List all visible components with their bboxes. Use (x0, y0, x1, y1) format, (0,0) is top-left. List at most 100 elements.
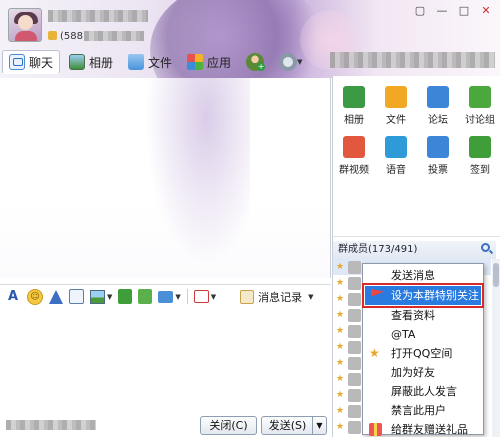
avatar (348, 356, 361, 370)
tab-bar: 聊天 相册 文件 应用 + ▼ (0, 48, 308, 76)
member-level-icon: ★ (336, 278, 345, 288)
member-count: 群成员(173/491) (338, 244, 418, 255)
send-options-button[interactable]: ▼ (312, 416, 327, 435)
avatar (348, 324, 361, 338)
app-folder[interactable]: 文件 (375, 86, 417, 126)
app-label: 讨论组 (465, 115, 495, 126)
red-packet-dropdown-icon[interactable]: ▼ (211, 293, 216, 301)
context-menu-label: 查看资料 (391, 309, 435, 322)
app-forum[interactable]: 论坛 (417, 86, 459, 126)
app-photo[interactable]: 相册 (333, 86, 375, 126)
member-level-icon: ★ (336, 294, 345, 304)
chat-background-art (140, 78, 250, 278)
app-label: 文件 (386, 115, 406, 126)
app-label: 语音 (386, 165, 406, 176)
message-input[interactable] (0, 308, 331, 414)
group-name-blurred (48, 10, 148, 22)
member-level-icon: ★ (336, 374, 345, 384)
maximize-button[interactable]: □ (454, 3, 474, 19)
app-discussion[interactable]: 讨论组 (459, 86, 500, 126)
scrollbar-thumb[interactable] (493, 263, 499, 287)
gift-icon[interactable] (138, 289, 153, 304)
tab-album-label: 相册 (89, 55, 114, 70)
context-menu-item[interactable]: 屏蔽此人发言 (363, 382, 483, 401)
image-icon[interactable] (90, 289, 105, 304)
group-header: (588 ▢ — □ ✕ 聊天 相册 文件 应用 + ▼ (0, 0, 500, 78)
search-icon[interactable] (481, 243, 490, 252)
red-packet-icon[interactable] (193, 290, 209, 303)
app-video[interactable]: 群视频 (333, 136, 375, 176)
avatar (348, 260, 361, 274)
app-label: 投票 (428, 165, 448, 176)
chat-icon (9, 54, 25, 70)
member-level-icon: ★ (336, 310, 345, 320)
screenshot-icon[interactable] (158, 290, 174, 303)
group-avatar[interactable] (8, 8, 42, 42)
font-icon[interactable]: A (5, 289, 21, 305)
add-member-button[interactable]: + (240, 50, 270, 74)
avatar (348, 308, 361, 322)
tab-apps-label: 应用 (207, 55, 232, 70)
message-history-area[interactable] (0, 78, 331, 278)
send-button[interactable]: 发送(S) (261, 416, 313, 435)
member-context-menu: 发送消息设为本群特别关注 查看资料 @TA ★ 打开QQ空间加为好友屏蔽此人发言禁言此用… (362, 263, 484, 437)
context-menu-item[interactable]: 查看资料 (363, 306, 483, 325)
close-window-button[interactable]: ✕ (476, 3, 496, 19)
folder-icon (128, 54, 145, 70)
app-label: 签到 (470, 165, 490, 176)
magic-expression-icon[interactable] (49, 289, 63, 304)
member-level-icon: ★ (336, 390, 345, 400)
screenshot-dropdown-icon[interactable]: ▼ (175, 293, 180, 301)
flag-icon (371, 289, 384, 297)
context-menu-label: 设为本群特别关注 (391, 289, 479, 302)
tab-chat[interactable]: 聊天 (2, 50, 61, 74)
emoji-icon[interactable]: ☺ (27, 288, 43, 305)
context-menu-item[interactable]: 设为本群特别关注 (362, 283, 484, 308)
green-app-icon[interactable] (118, 289, 133, 304)
member-level-icon: ★ (336, 422, 345, 432)
context-menu-label: 打开QQ空间 (391, 347, 453, 360)
chat-bubble-icon[interactable]: ▢ (410, 3, 430, 19)
member-level-icon: ★ (336, 326, 345, 336)
minimize-button[interactable]: — (432, 3, 452, 19)
tab-apps[interactable]: 应用 (181, 50, 237, 74)
avatar (348, 276, 361, 290)
avatar (348, 340, 361, 354)
history-icon (240, 289, 255, 304)
app-label: 论坛 (428, 115, 448, 126)
member-level-icon: ★ (336, 342, 345, 352)
context-menu-item[interactable]: @TA (363, 325, 483, 344)
app-vote[interactable]: 投票 (417, 136, 459, 176)
announcement-blurred (330, 52, 495, 68)
member-list-scrollbar[interactable] (492, 259, 500, 437)
bottom-bar: 关闭(C) 发送(S) ▼ (0, 414, 331, 437)
group-id: (588 (60, 31, 83, 42)
video-icon (343, 136, 365, 158)
message-history-button[interactable]: 消息记录 ▼ (240, 289, 314, 305)
voice-icon (385, 136, 407, 158)
settings-button[interactable]: ▼ (273, 50, 308, 74)
app-voice[interactable]: 语音 (375, 136, 417, 176)
context-menu-item[interactable]: 发送消息 (363, 266, 483, 285)
context-menu-label: 加为好友 (391, 366, 435, 379)
toolbar-divider (186, 289, 188, 304)
context-menu-item[interactable]: ★ 打开QQ空间 (363, 344, 483, 363)
context-menu-label: 禁言此用户 (391, 404, 446, 417)
tab-chat-label: 聊天 (29, 55, 54, 70)
window-controls: ▢ — □ ✕ (410, 3, 496, 19)
close-button[interactable]: 关闭(C) (200, 416, 257, 435)
app-label: 群视频 (339, 165, 369, 176)
image-dropdown-icon[interactable]: ▼ (107, 293, 112, 301)
tab-files[interactable]: 文件 (122, 50, 178, 74)
tab-files-label: 文件 (148, 55, 173, 70)
context-menu-item[interactable]: 加为好友 (363, 363, 483, 382)
tab-album[interactable]: 相册 (63, 50, 119, 74)
group-app-grid: 相册 文件 论坛 讨论组群视频 语音 投票 签到 (333, 86, 500, 176)
context-menu-label: 给群友赠送礼品 (391, 423, 468, 436)
gift-icon (369, 423, 382, 436)
context-menu-item[interactable]: 给群友赠送礼品 (363, 420, 483, 437)
context-menu-item[interactable]: 禁言此用户 (363, 401, 483, 420)
app-checkin[interactable]: 签到 (459, 136, 500, 176)
shake-window-icon[interactable] (69, 289, 84, 304)
member-list-header: 群成员(173/491) (333, 241, 496, 259)
